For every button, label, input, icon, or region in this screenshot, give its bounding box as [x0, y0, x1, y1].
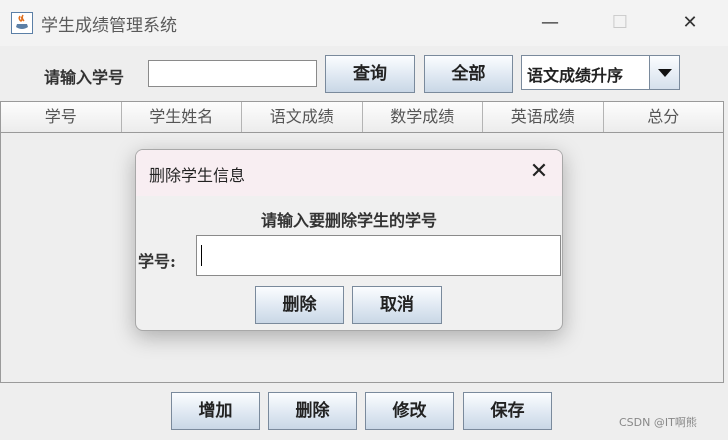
edit-button[interactable]: 修改 [365, 392, 454, 430]
dialog-prompt: 请输入要删除学生的学号 [260, 211, 437, 230]
sort-selected-value: 语文成绩升序 [527, 66, 624, 85]
dialog-title-bar: 删除学生信息 ✕ [136, 150, 562, 196]
column-header-total[interactable]: 总分 [604, 102, 724, 132]
delete-button[interactable]: 删除 [268, 392, 357, 430]
sort-select[interactable]: 语文成绩升序 [521, 55, 680, 90]
save-button[interactable]: 保存 [463, 392, 552, 430]
watermark: CSDN @IT啊熊 [619, 416, 697, 429]
close-button[interactable]: ✕ [670, 8, 710, 38]
java-coffee-icon [11, 12, 33, 34]
dialog-cancel-button[interactable]: 取消 [352, 286, 442, 324]
window-title: 学生成绩管理系统 [41, 16, 177, 36]
column-header-english[interactable]: 英语成绩 [483, 102, 604, 132]
add-button[interactable]: 增加 [171, 392, 260, 430]
student-id-search-input[interactable] [148, 60, 317, 87]
title-bar: 学生成绩管理系统 — ☐ ✕ [0, 0, 728, 46]
search-label: 请输入学号 [44, 68, 125, 87]
column-header-name[interactable]: 学生姓名 [122, 102, 242, 132]
query-button[interactable]: 查询 [325, 55, 415, 93]
delete-student-dialog: 删除学生信息 ✕ 请输入要删除学生的学号 学号: 删除 取消 [135, 149, 563, 331]
minimize-button[interactable]: — [530, 8, 570, 38]
dialog-close-button[interactable]: ✕ [526, 159, 552, 185]
column-header-student-id[interactable]: 学号 [1, 102, 122, 132]
dialog-student-id-label: 学号: [138, 252, 176, 271]
triangle-down-icon[interactable] [649, 56, 679, 89]
column-header-chinese[interactable]: 语文成绩 [242, 102, 363, 132]
text-caret [201, 245, 202, 266]
dialog-title: 删除学生信息 [149, 166, 246, 185]
main-window: 学生成绩管理系统 — ☐ ✕ 请输入学号 查询 全部 语文成绩升序 学号 学生姓… [0, 0, 728, 440]
dialog-student-id-input[interactable] [196, 235, 561, 276]
dialog-delete-button[interactable]: 删除 [255, 286, 344, 324]
column-header-math[interactable]: 数学成绩 [363, 102, 483, 132]
maximize-button[interactable]: ☐ [600, 8, 640, 38]
table-header: 学号 学生姓名 语文成绩 数学成绩 英语成绩 总分 [1, 102, 723, 133]
show-all-button[interactable]: 全部 [424, 55, 513, 93]
